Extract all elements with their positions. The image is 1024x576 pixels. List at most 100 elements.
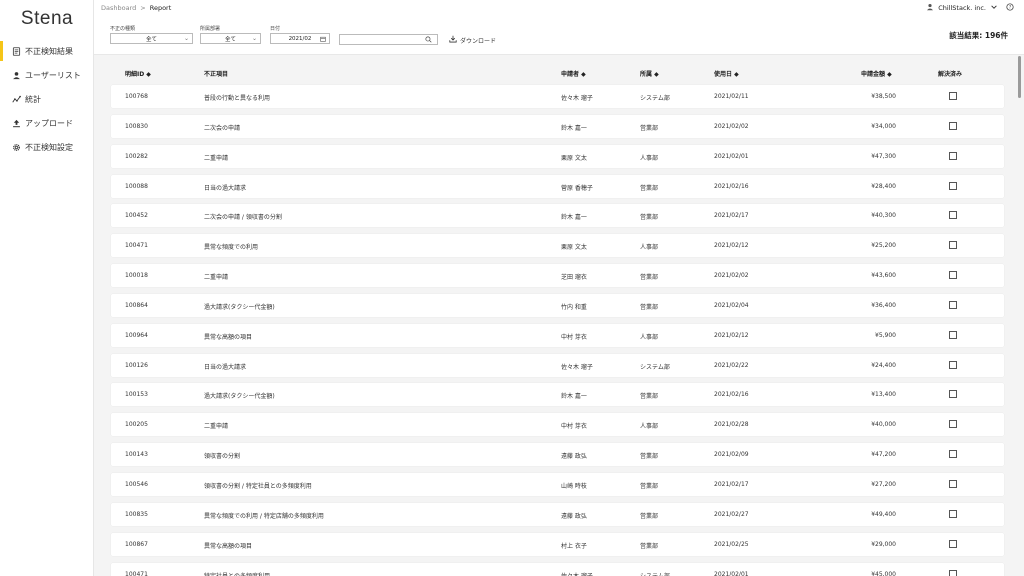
upload-icon bbox=[11, 118, 21, 128]
table-row[interactable]: 100153 過大請求(タクシー代金額) 鈴木 嘉一 営業部 2021/02/16 ¥13… bbox=[111, 383, 1004, 407]
filter-type: 不正の種類 全て ⌄ bbox=[110, 25, 193, 44]
app-logo[interactable]: Stena bbox=[0, 8, 94, 30]
cell-id: 100964 bbox=[125, 331, 148, 339]
sidebar-item-upload[interactable]: アップロード bbox=[0, 111, 94, 135]
cell-applicant: 鈴木 嘉一 bbox=[561, 124, 587, 132]
cell-dept: 営業部 bbox=[640, 542, 659, 550]
sidebar-item-fraud-results[interactable]: 不正検知結果 bbox=[0, 39, 94, 63]
cell-amount: ¥27,200 bbox=[871, 480, 896, 488]
scrollbar[interactable] bbox=[1018, 56, 1021, 98]
sidebar-item-label: 不正検知結果 bbox=[25, 46, 73, 56]
cell-id: 100867 bbox=[125, 540, 148, 548]
table-row[interactable]: 100088 日当の過大請求 菅原 香穂子 営業部 2021/02/16 ¥28,400 bbox=[111, 174, 1004, 198]
table-row[interactable]: 100964 異常な高額の項目 中村 芽衣 人事部 2021/02/12 ¥5,900 bbox=[111, 323, 1004, 347]
resolved-checkbox[interactable] bbox=[949, 569, 957, 576]
cell-id: 100205 bbox=[125, 421, 148, 429]
breadcrumb-root[interactable]: Dashboard bbox=[101, 4, 136, 12]
resolved-checkbox[interactable] bbox=[949, 211, 957, 220]
resolved-checkbox[interactable] bbox=[949, 420, 957, 429]
filter-date-input[interactable]: 2021/02 bbox=[270, 33, 330, 44]
resolved-checkbox[interactable] bbox=[949, 450, 957, 459]
resolved-checkbox[interactable] bbox=[949, 479, 957, 488]
cell-amount: ¥25,200 bbox=[871, 242, 896, 250]
cell-item: 領収書の分割 bbox=[204, 453, 241, 461]
breadcrumb-separator: > bbox=[140, 4, 146, 12]
header-applicant-label: 申請者 bbox=[561, 71, 580, 78]
filter-type-select[interactable]: 全て ⌄ bbox=[110, 33, 193, 44]
cell-amount: ¥47,200 bbox=[871, 451, 896, 459]
sidebar-item-fraud-settings[interactable]: 不正検知設定 bbox=[0, 135, 94, 159]
table-row[interactable]: 100768 普段の行動と異なる利用 佐々木 瑠子 システム部 2021/02/11 ¥3… bbox=[111, 85, 1004, 108]
cell-item: 領収書の分割 / 特定社員との多頻度利用 bbox=[204, 482, 312, 490]
resolved-checkbox[interactable] bbox=[949, 271, 957, 280]
header-id[interactable]: 明細ID ◆ bbox=[125, 69, 151, 78]
search-input[interactable] bbox=[339, 34, 438, 45]
table-row[interactable]: 100867 異常な高額の項目 村上 衣子 営業部 2021/02/25 ¥29,000 bbox=[111, 532, 1004, 556]
cell-item: 普段の行動と異なる利用 bbox=[204, 95, 271, 102]
resolved-checkbox[interactable] bbox=[949, 300, 957, 309]
cell-dept: 人事部 bbox=[640, 423, 659, 431]
cell-dept: システム部 bbox=[640, 363, 670, 371]
resolved-checkbox[interactable] bbox=[949, 539, 957, 548]
table-row[interactable]: 100471 異常な頻度での利用 栗原 文太 人事部 2021/02/12 ¥25,200 bbox=[111, 234, 1004, 258]
resolved-checkbox[interactable] bbox=[949, 330, 957, 339]
cell-date: 2021/02/12 bbox=[714, 331, 749, 339]
cell-dept: 営業部 bbox=[640, 214, 659, 222]
sidebar-item-stats[interactable]: 統計 bbox=[0, 87, 94, 111]
resolved-checkbox[interactable] bbox=[949, 181, 957, 190]
sidebar-item-user-list[interactable]: ユーザーリスト bbox=[0, 63, 94, 87]
cell-item: 日当の過大請求 bbox=[204, 363, 247, 371]
filter-dept-select[interactable]: 全て ⌄ bbox=[200, 33, 261, 44]
resolved-checkbox[interactable] bbox=[949, 390, 957, 399]
cell-applicant: 栗原 文太 bbox=[561, 154, 587, 162]
cell-amount: ¥28,400 bbox=[871, 182, 896, 190]
gear-icon bbox=[11, 142, 21, 152]
table-row[interactable]: 100018 二重申請 芝田 瑠衣 営業部 2021/02/02 ¥43,600 bbox=[111, 264, 1004, 288]
user-icon bbox=[11, 70, 21, 80]
search-icon bbox=[425, 36, 432, 43]
cell-item: 二重申請 bbox=[204, 423, 229, 431]
resolved-checkbox[interactable] bbox=[949, 360, 957, 369]
help-icon[interactable]: ? bbox=[1006, 3, 1014, 13]
resolved-checkbox[interactable] bbox=[949, 509, 957, 518]
table-row[interactable]: 100546 領収書の分割 / 特定社員との多頻度利用 山崎 時枝 営業部 2021/0… bbox=[111, 472, 1004, 496]
cell-dept: 人事部 bbox=[640, 154, 659, 162]
header-applicant[interactable]: 申請者 ◆ bbox=[561, 69, 586, 78]
cell-dept: 人事部 bbox=[640, 333, 659, 341]
header-dept[interactable]: 所属 ◆ bbox=[640, 69, 659, 78]
user-icon bbox=[926, 3, 934, 13]
filter-dept-value: 全て bbox=[224, 36, 236, 43]
table-row[interactable]: 100830 二次会の申請 鈴木 嘉一 営業部 2021/02/02 ¥34,000 bbox=[111, 114, 1004, 138]
cell-applicant: 芝田 瑠衣 bbox=[561, 274, 587, 282]
chevron-down-icon bbox=[990, 3, 998, 13]
table-row[interactable]: 100205 二重申請 中村 芽衣 人事部 2021/02/28 ¥40,000 bbox=[111, 413, 1004, 437]
header-date[interactable]: 使用日 ◆ bbox=[714, 69, 739, 78]
filter-date-value: 2021/02 bbox=[288, 35, 312, 42]
cell-amount: ¥29,000 bbox=[871, 540, 896, 548]
table-row[interactable]: 100282 二重申請 栗原 文太 人事部 2021/02/01 ¥47,300 bbox=[111, 144, 1004, 168]
cell-applicant: 村上 衣子 bbox=[561, 542, 587, 550]
download-button[interactable]: ダウンロード bbox=[449, 35, 496, 45]
cell-applicant: 菅原 香穂子 bbox=[561, 184, 593, 192]
document-icon bbox=[11, 46, 21, 56]
table-row[interactable]: 100471 特定社員との多頻度利用 佐々木 瑠子 システム部 2021/02/01 ¥4… bbox=[111, 562, 1004, 576]
resolved-checkbox[interactable] bbox=[949, 92, 957, 100]
table-row[interactable]: 100126 日当の過大請求 佐々木 瑠子 システム部 2021/02/22 ¥24,40… bbox=[111, 353, 1004, 377]
header-amount[interactable]: 申請金額 ◆ bbox=[861, 69, 892, 78]
cell-item: 二重申請 bbox=[204, 274, 229, 282]
user-menu[interactable]: ChillStack. inc. ? bbox=[926, 3, 1014, 13]
table-row[interactable]: 100143 領収書の分割 遠藤 政弘 営業部 2021/02/09 ¥47,200 bbox=[111, 443, 1004, 467]
resolved-checkbox[interactable] bbox=[949, 151, 957, 160]
resolved-checkbox[interactable] bbox=[949, 241, 957, 250]
cell-amount: ¥34,000 bbox=[871, 122, 896, 130]
filter-bar: 不正の種類 全て ⌄ 所属部署 全て ⌄ 日付 2021/02 ダウンロード 該… bbox=[94, 16, 1024, 55]
download-icon bbox=[449, 35, 457, 45]
resolved-checkbox[interactable] bbox=[949, 121, 957, 130]
table-row[interactable]: 100864 過大請求(タクシー代金額) 竹内 和重 営業部 2021/02/04 ¥36… bbox=[111, 293, 1004, 317]
cell-applicant: 栗原 文太 bbox=[561, 244, 587, 252]
table-row[interactable]: 100452 二次会の申請 / 領収書の分割 鈴木 嘉一 営業部 2021/02/17 ¥… bbox=[111, 204, 1004, 228]
cell-applicant: 佐々木 瑠子 bbox=[561, 95, 593, 102]
cell-id: 100126 bbox=[125, 361, 148, 369]
cell-item: 二重申請 bbox=[204, 154, 229, 162]
table-row[interactable]: 100835 異常な頻度での利用 / 特定店舗の多頻度利用 遠藤 政弘 営業部 2021… bbox=[111, 502, 1004, 526]
